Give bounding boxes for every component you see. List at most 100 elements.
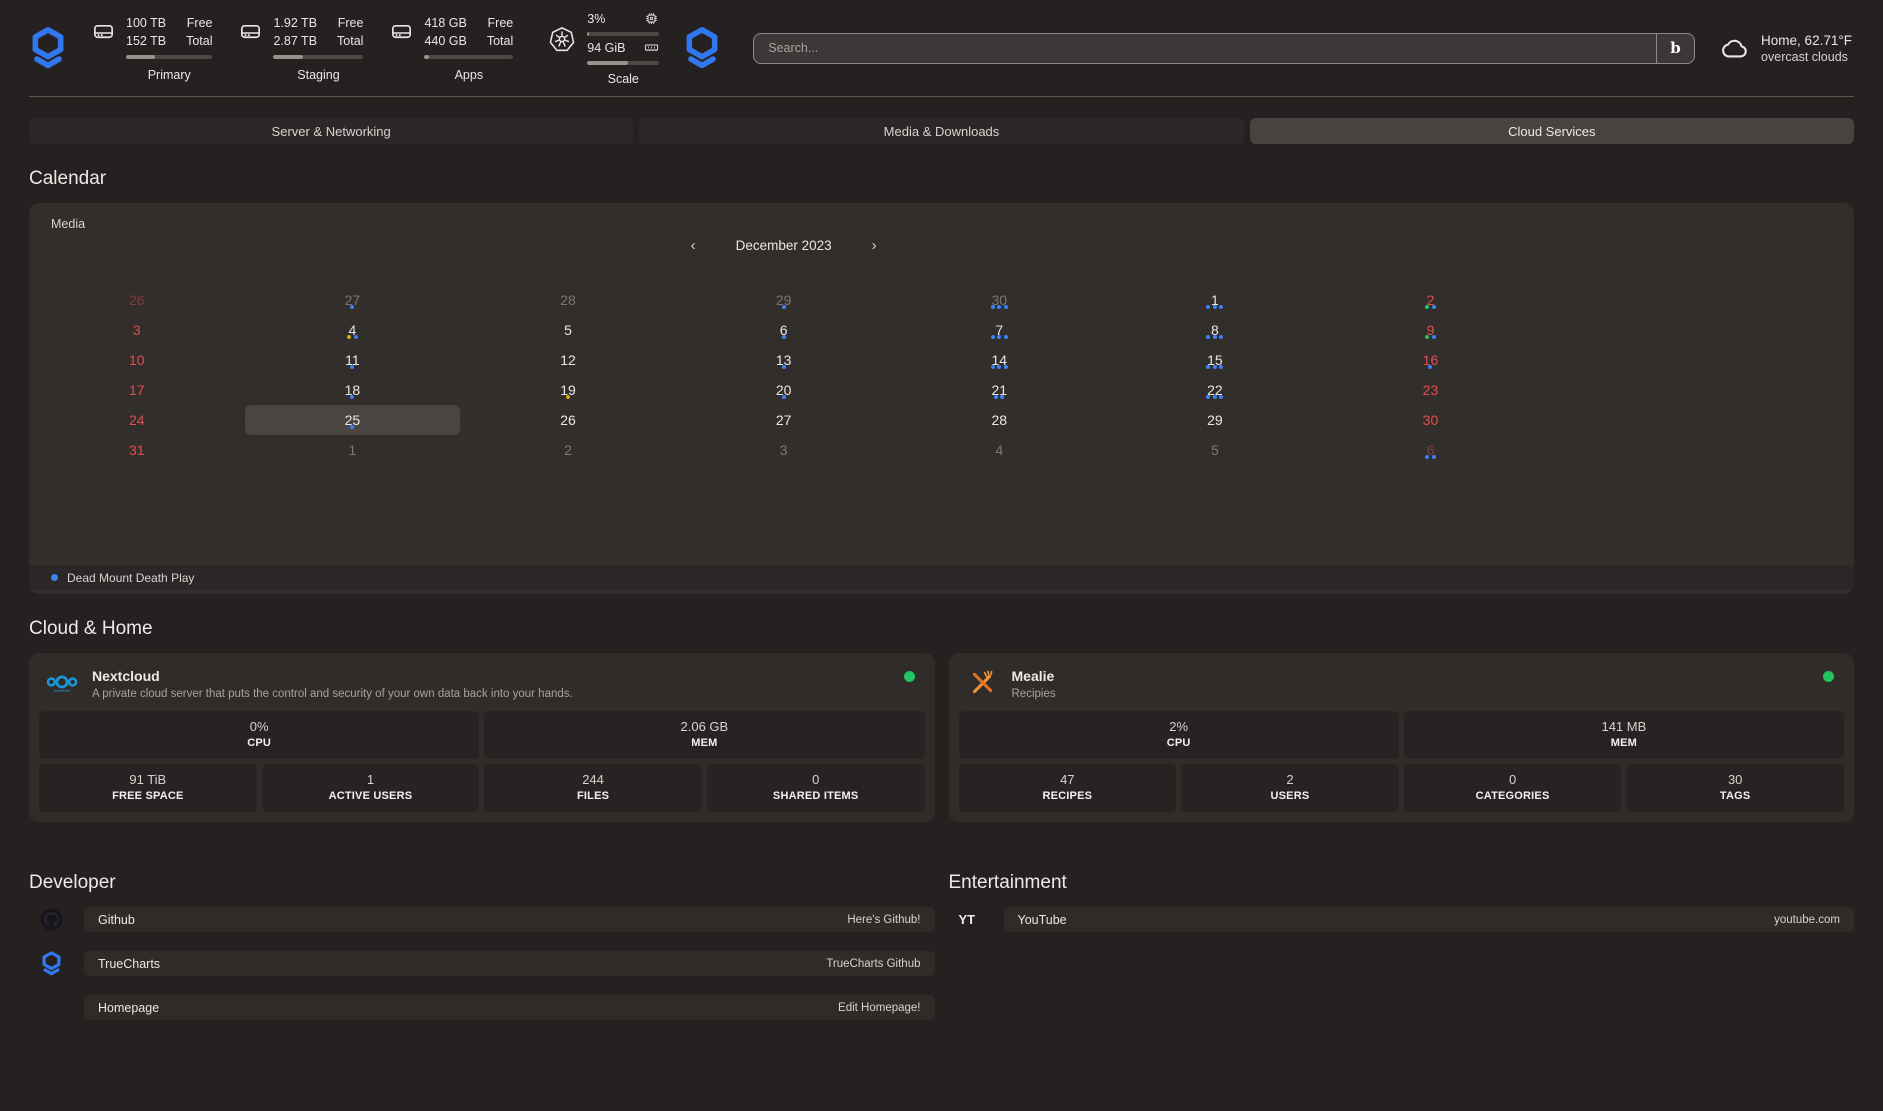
stat-tile: 141 MB MEM <box>1404 711 1844 759</box>
stat-tile: 0 CATEGORIES <box>1404 764 1622 812</box>
calendar-day[interactable]: 1 <box>245 435 461 465</box>
calendar-day[interactable]: 13 <box>676 345 892 375</box>
storage-free-label: Free <box>337 14 363 32</box>
event-color-dot <box>51 574 58 581</box>
calendar-day[interactable]: 24 <box>29 405 245 435</box>
scale-cpu-value: 3% <box>587 12 605 26</box>
service-description: Recipies <box>1012 688 1056 700</box>
calendar-day[interactable]: 25 <box>245 405 461 435</box>
calendar-day[interactable]: 3 <box>676 435 892 465</box>
storage-usage-bar <box>424 55 513 59</box>
calendar-day[interactable]: 4 <box>245 315 461 345</box>
service-card[interactable]: Mealie Recipies 2% CPU <box>949 653 1855 822</box>
calendar-day[interactable]: 14 <box>891 345 1107 375</box>
calendar-day[interactable]: 5 <box>460 315 676 345</box>
stat-value: 30 <box>1626 772 1844 787</box>
entertainment-bookmarks: YT YouTube youtube.com <box>949 907 1855 932</box>
search-input[interactable] <box>754 34 1656 63</box>
bookmark-link[interactable]: TrueCharts TrueCharts Github <box>84 951 935 976</box>
calendar-event[interactable]: Dead Mount Death Play <box>29 565 1854 590</box>
memory-icon <box>644 40 659 55</box>
weekday-label <box>1107 257 1323 285</box>
bookmark-name: TrueCharts <box>98 957 160 971</box>
prev-month-button[interactable]: ‹ <box>691 238 696 253</box>
calendar-day[interactable]: 6 <box>676 315 892 345</box>
calendar-day[interactable]: 5 <box>1107 435 1323 465</box>
event-dots <box>1107 305 1323 309</box>
calendar-day[interactable]: 20 <box>676 375 892 405</box>
mealie-icon <box>965 668 999 698</box>
calendar-day[interactable]: 23 <box>1323 375 1539 405</box>
calendar-day[interactable]: 30 <box>891 285 1107 315</box>
calendar-day[interactable]: 8 <box>1107 315 1323 345</box>
calendar-day[interactable]: 3 <box>29 315 245 345</box>
event-dots <box>1107 365 1323 369</box>
calendar-day[interactable]: 1 <box>1107 285 1323 315</box>
calendar-day[interactable]: 10 <box>29 345 245 375</box>
calendar-day[interactable]: 11 <box>245 345 461 375</box>
event-dots <box>1323 455 1539 459</box>
calendar-day[interactable]: 21 <box>891 375 1107 405</box>
calendar-day[interactable]: 28 <box>891 405 1107 435</box>
stat-value: 141 MB <box>1404 719 1844 734</box>
weather-location-temp: Home, 62.71°F <box>1761 33 1852 48</box>
stat-label: MEM <box>484 737 924 749</box>
cloud-home-section: Cloud & Home Nextcloud A private cloud s… <box>29 618 1854 822</box>
event-dots <box>245 365 461 369</box>
bookmark-link[interactable]: Homepage Edit Homepage! <box>84 995 935 1020</box>
service-primary-stats: 0% CPU 2.06 GB MEM <box>39 711 925 759</box>
event-dots <box>245 305 461 309</box>
calendar-day[interactable]: 2 <box>460 435 676 465</box>
developer-section: Developer Github Here's Github! <box>29 872 935 1039</box>
top-bar: 100 TB Free 152 TB Total Primary 1. <box>29 0 1854 97</box>
calendar-day[interactable]: 9 <box>1323 315 1539 345</box>
weekday-label <box>29 257 245 285</box>
service-card[interactable]: Nextcloud A private cloud server that pu… <box>29 653 935 822</box>
storage-widgets: 100 TB Free 152 TB Total Primary 1. <box>91 14 513 82</box>
stat-tile: 0 SHARED ITEMS <box>707 764 925 812</box>
event-dots <box>1323 335 1539 339</box>
bookmark-link[interactable]: Github Here's Github! <box>84 907 935 932</box>
event-dots <box>245 425 461 429</box>
event-dots <box>245 395 461 399</box>
calendar-day[interactable]: 31 <box>29 435 245 465</box>
calendar-day[interactable]: 19 <box>460 375 676 405</box>
scale-cpu-bar <box>587 32 659 36</box>
bookmark-link[interactable]: YouTube youtube.com <box>1004 907 1855 932</box>
calendar-day[interactable]: 17 <box>29 375 245 405</box>
search-provider-button[interactable]: b <box>1656 34 1694 63</box>
storage-free-label: Free <box>487 14 513 32</box>
calendar-day[interactable]: 6 <box>1323 435 1539 465</box>
calendar-day[interactable]: 27 <box>245 285 461 315</box>
calendar-day[interactable]: 30 <box>1323 405 1539 435</box>
stat-value: 244 <box>484 772 702 787</box>
calendar-day[interactable]: 26 <box>460 405 676 435</box>
storage-usage-bar <box>126 55 212 59</box>
calendar-day[interactable]: 29 <box>676 285 892 315</box>
calendar-day[interactable]: 28 <box>460 285 676 315</box>
tab-server-networking[interactable]: Server & Networking <box>29 118 633 144</box>
calendar-day[interactable]: 12 <box>460 345 676 375</box>
storage-free-label: Free <box>186 14 212 32</box>
stat-tile: 2 USERS <box>1181 764 1399 812</box>
calendar-day[interactable]: 16 <box>1323 345 1539 375</box>
calendar-day[interactable]: 26 <box>29 285 245 315</box>
calendar-day[interactable]: 18 <box>245 375 461 405</box>
service-status-dot <box>1823 671 1834 682</box>
stat-value: 47 <box>959 772 1177 787</box>
tab-cloud-services[interactable]: Cloud Services <box>1250 118 1854 144</box>
calendar-day[interactable]: 4 <box>891 435 1107 465</box>
calendar-day[interactable]: 2 <box>1323 285 1539 315</box>
storage-usage-bar <box>273 55 363 59</box>
calendar-day[interactable]: 7 <box>891 315 1107 345</box>
calendar-section-title: Calendar <box>29 168 1854 190</box>
tab-media-downloads[interactable]: Media & Downloads <box>639 118 1243 144</box>
calendar-day[interactable]: 22 <box>1107 375 1323 405</box>
calendar-day[interactable]: 27 <box>676 405 892 435</box>
calendar-day[interactable]: 29 <box>1107 405 1323 435</box>
calendar-day[interactable]: 15 <box>1107 345 1323 375</box>
calendar-event-list: Dead Mount Death Play <box>29 565 1854 590</box>
next-month-button[interactable]: › <box>872 238 877 253</box>
weather-widget[interactable]: Home, 62.71°F overcast clouds <box>1719 33 1852 64</box>
calendar-month-label: December 2023 <box>736 238 832 253</box>
